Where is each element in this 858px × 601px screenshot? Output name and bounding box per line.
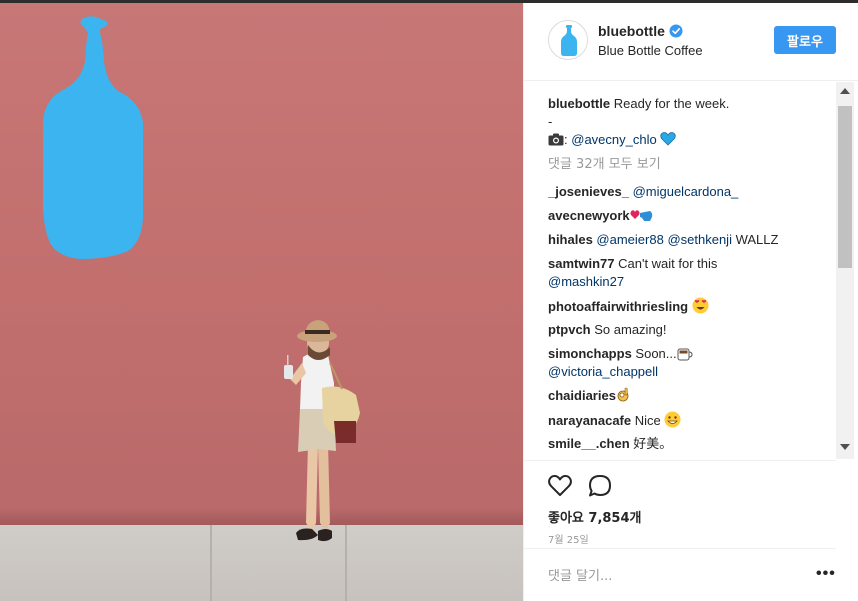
comment-row-continued: @victoria_chappell (548, 363, 658, 381)
comment-mention[interactable]: @mashkin27 (548, 274, 624, 289)
more-options-icon[interactable]: ••• (816, 565, 836, 583)
blue-bottle-mural (43, 16, 143, 260)
comment-username[interactable]: samtwin77 (548, 256, 614, 271)
woman-figure (284, 320, 360, 542)
comment-row: chaidiaries (548, 387, 632, 405)
like-count[interactable]: 좋아요 7,854개 (548, 507, 642, 526)
post-side-panel: bluebottle Blue Bottle Coffee 팔로우 bluebo… (523, 3, 858, 601)
bluebottle-logo-icon (561, 25, 577, 56)
comment-row: photoaffairwithriesling (548, 297, 709, 316)
caption-credit: : @avecny_chlo (548, 131, 677, 149)
add-comment-section: ••• (524, 548, 836, 600)
verified-badge-icon (669, 24, 683, 38)
comment-row: ptpvch So amazing! (548, 321, 667, 339)
comment-mention[interactable]: @ameier88 (596, 232, 663, 247)
comment-icon[interactable] (587, 473, 613, 499)
comment-username[interactable]: hihales (548, 232, 593, 247)
comments-list: bluebottle Ready for the week. - : @avec… (524, 82, 834, 459)
scrollbar-thumb[interactable] (838, 106, 852, 268)
credit-prefix: : (564, 132, 568, 147)
coffee-cup-emoji-icon (677, 348, 693, 361)
scroll-up-arrow-icon[interactable] (840, 88, 850, 94)
post-photo[interactable] (0, 3, 523, 601)
header-username[interactable]: bluebottle (598, 23, 665, 39)
comment-row: simonchapps Soon... (548, 345, 693, 363)
comment-row: narayanacafe Nice (548, 411, 681, 430)
comment-username[interactable]: simonchapps (548, 346, 632, 361)
follow-button[interactable]: 팔로우 (774, 26, 836, 54)
comment-text: WALLZ (735, 232, 779, 247)
caption-text: Ready for the week. (613, 96, 730, 111)
add-comment-input[interactable] (548, 565, 788, 587)
comment-row: _josenieves_ @miguelcardona_ (548, 183, 738, 201)
comment-mention[interactable]: @sethkenji (667, 232, 732, 247)
comment-username[interactable]: ptpvch (548, 322, 591, 337)
heart-heels-emoji-icon (630, 210, 652, 221)
post-actions: 좋아요 7,854개 7월 25일 (524, 460, 836, 550)
comment-username[interactable]: avecnewyork (548, 208, 630, 223)
caption-username[interactable]: bluebottle (548, 96, 610, 111)
comments-scrollbar[interactable] (836, 82, 854, 459)
comment-text: So amazing! (594, 322, 667, 337)
comment-text: Can't wait for this (618, 256, 718, 271)
post-header: bluebottle Blue Bottle Coffee 팔로우 (524, 3, 858, 81)
header-full-name: Blue Bottle Coffee (598, 43, 703, 58)
comment-row-continued: @mashkin27 (548, 273, 624, 291)
comment-row: hihales @ameier88 @sethkenji WALLZ (548, 231, 778, 249)
comment-username[interactable]: photoaffairwithriesling (548, 299, 688, 314)
comment-text: 好美。 (633, 437, 673, 452)
camera-icon (548, 133, 564, 146)
comment-username[interactable]: _josenieves_ (548, 184, 629, 199)
heart-icon[interactable] (547, 473, 573, 499)
comment-row: smile__.chen 好美。 (548, 435, 672, 454)
comment-mention[interactable]: @victoria_chappell (548, 364, 658, 379)
post-date[interactable]: 7월 25일 (548, 531, 589, 546)
ok-hand-emoji-icon (617, 387, 629, 402)
comment-row: samtwin77 Can't wait for this (548, 255, 717, 273)
blue-heart-icon (660, 132, 677, 146)
scroll-down-arrow-icon[interactable] (840, 444, 850, 450)
comment-mention[interactable]: @miguelcardona_ (633, 184, 739, 199)
comment-text: Soon... (635, 346, 677, 361)
photo-illustration (43, 16, 360, 542)
comment-username[interactable]: chaidiaries (548, 388, 616, 403)
heart-eyes-emoji-icon (692, 297, 709, 314)
comment-row: avecnewyork (548, 207, 654, 225)
comment-username[interactable]: smile__.chen (548, 436, 630, 451)
grinning-emoji-icon (664, 411, 681, 428)
caption-dash: - (548, 114, 553, 129)
avatar[interactable] (548, 20, 588, 60)
caption: bluebottle Ready for the week. (548, 95, 729, 113)
comment-text: Nice (634, 413, 661, 428)
view-all-comments-link[interactable]: 댓글 32개 모두 보기 (548, 156, 661, 174)
comment-username[interactable]: narayanacafe (548, 413, 631, 428)
credit-mention[interactable]: @avecny_chlo (571, 132, 656, 147)
